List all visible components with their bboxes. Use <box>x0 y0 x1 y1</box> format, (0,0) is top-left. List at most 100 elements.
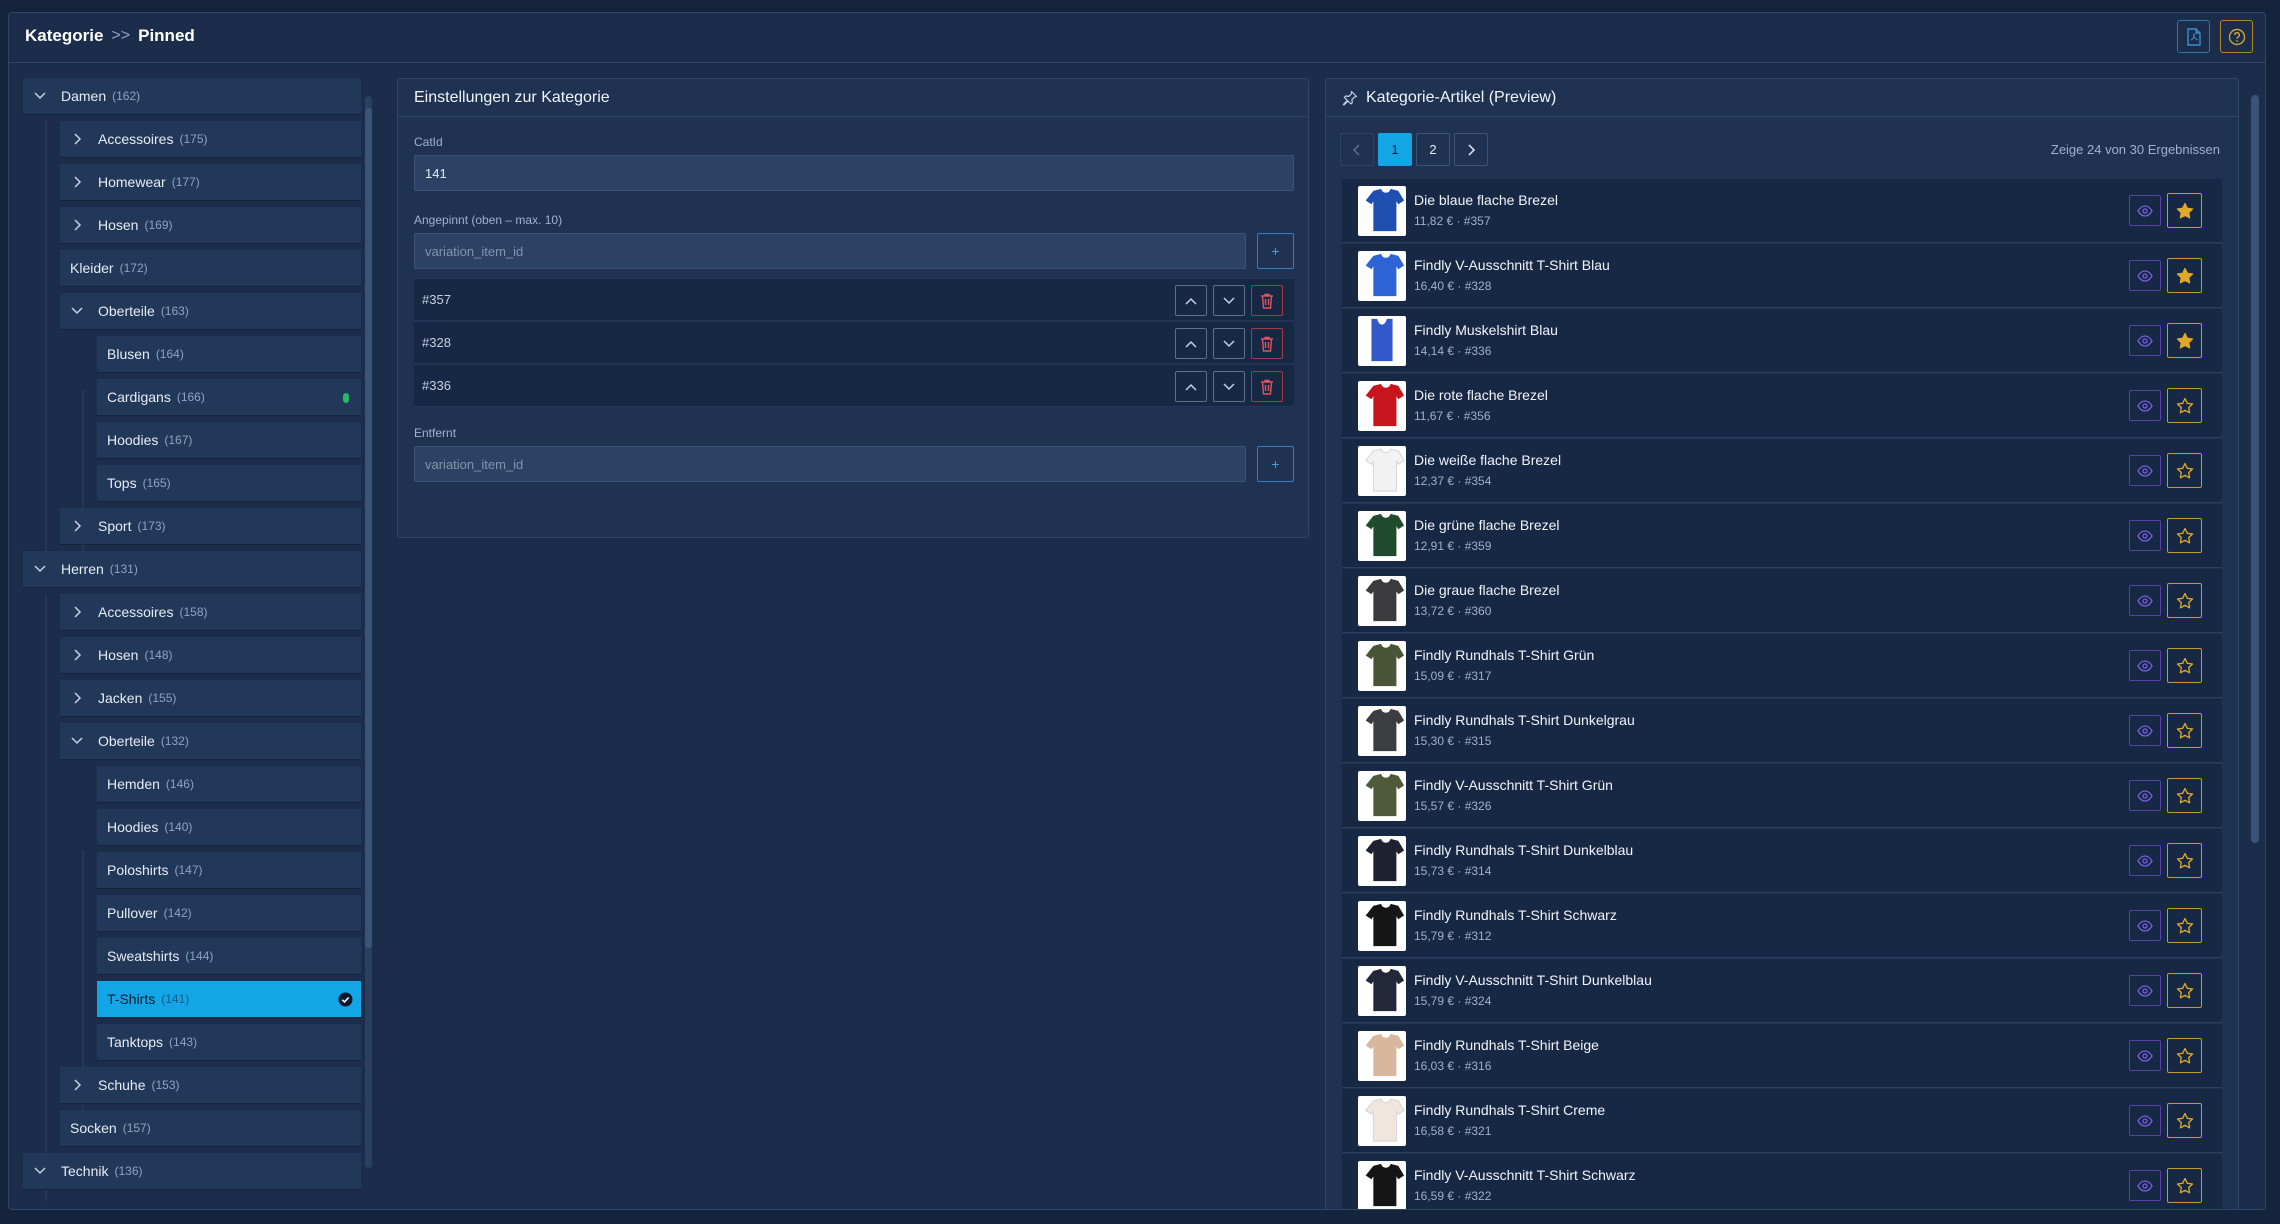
pin-item-button[interactable] <box>2167 1103 2202 1138</box>
view-item-button[interactable] <box>2129 1170 2161 1201</box>
chevron-right-icon[interactable] <box>68 646 86 664</box>
view-item-button[interactable] <box>2129 715 2161 746</box>
page-button[interactable]: 1 <box>1378 133 1412 166</box>
view-item-button[interactable] <box>2129 845 2161 876</box>
tree-node[interactable]: Tops (165) <box>97 465 361 502</box>
add-removed-button[interactable]: + <box>1257 446 1294 482</box>
chevron-right-icon[interactable] <box>68 603 86 621</box>
view-item-button[interactable] <box>2129 585 2161 616</box>
pin-item-button[interactable] <box>2167 1038 2202 1073</box>
page-button[interactable]: 2 <box>1416 133 1450 166</box>
pin-item-button[interactable] <box>2167 323 2202 358</box>
breadcrumb-root[interactable]: Kategorie <box>25 26 103 46</box>
view-item-button[interactable] <box>2129 910 2161 941</box>
view-item-button[interactable] <box>2129 1105 2161 1136</box>
add-pinned-button[interactable]: + <box>1257 233 1294 269</box>
pin-item-button[interactable] <box>2167 908 2202 943</box>
tree-node[interactable]: Cardigans (166) <box>97 379 361 416</box>
view-item-button[interactable] <box>2129 390 2161 421</box>
tree-node-label: Pullover <box>107 905 158 921</box>
pin-item-button[interactable] <box>2167 453 2202 488</box>
pin-item-button[interactable] <box>2167 518 2202 553</box>
view-item-button[interactable] <box>2129 195 2161 226</box>
tree-node[interactable]: Blusen (164) <box>97 336 361 373</box>
help-button[interactable] <box>2220 20 2253 53</box>
tree-node-count: (172) <box>119 261 148 275</box>
view-item-button[interactable] <box>2129 975 2161 1006</box>
star-icon <box>2176 657 2193 673</box>
view-item-button[interactable] <box>2129 455 2161 486</box>
tree-node[interactable]: Pullover (142) <box>97 895 361 932</box>
pin-item-button[interactable] <box>2167 713 2202 748</box>
chevron-right-icon[interactable] <box>68 517 86 535</box>
view-item-button[interactable] <box>2129 260 2161 291</box>
tree-node[interactable]: Sport (173) <box>60 508 361 545</box>
move-down-button[interactable] <box>1213 371 1245 402</box>
view-item-button[interactable] <box>2129 325 2161 356</box>
pin-item-button[interactable] <box>2167 1168 2202 1203</box>
tree-node[interactable]: Technik (136) <box>23 1153 361 1190</box>
catid-input[interactable]: 141 <box>414 155 1294 191</box>
pin-item-button[interactable] <box>2167 583 2202 618</box>
tree-node[interactable]: Hoodies (140) <box>97 809 361 846</box>
tree-node[interactable]: Tanktops (143) <box>97 1024 361 1061</box>
preview-header: Kategorie-Artikel (Preview) <box>1326 79 2238 117</box>
tree-node[interactable]: Sweatshirts (144) <box>97 938 361 975</box>
chevron-down-icon[interactable] <box>31 1162 49 1180</box>
pin-item-button[interactable] <box>2167 388 2202 423</box>
chevron-down-icon[interactable] <box>68 302 86 320</box>
tree-node[interactable]: Accessoires (158) <box>60 594 361 631</box>
tree-node[interactable]: Accessoires (175) <box>60 121 361 158</box>
pin-item-button[interactable] <box>2167 648 2202 683</box>
chevron-right-icon[interactable] <box>68 689 86 707</box>
tree-node[interactable]: Kleider (172) <box>60 250 361 287</box>
pin-item-button[interactable] <box>2167 778 2202 813</box>
next-page-button[interactable] <box>1454 133 1488 166</box>
move-up-button[interactable] <box>1175 371 1207 402</box>
view-item-button[interactable] <box>2129 780 2161 811</box>
delete-pinned-button[interactable] <box>1251 285 1283 316</box>
page-scrollbar[interactable] <box>2251 91 2259 1209</box>
tree-node[interactable]: Hosen (148) <box>60 637 361 674</box>
tree-node[interactable]: Schuhe (153) <box>60 1067 361 1104</box>
move-up-button[interactable] <box>1175 285 1207 316</box>
chevron-right-icon[interactable] <box>68 1076 86 1094</box>
tree-node[interactable]: Oberteile (132) <box>60 723 361 760</box>
removed-item-input[interactable]: variation_item_id <box>414 446 1246 482</box>
tree-node[interactable]: Hoodies (167) <box>97 422 361 459</box>
pin-item-button[interactable] <box>2167 843 2202 878</box>
pinned-item-input[interactable]: variation_item_id <box>414 233 1246 269</box>
chevron-down-icon[interactable] <box>31 560 49 578</box>
chevron-right-icon[interactable] <box>68 216 86 234</box>
tree-node[interactable]: Hosen (169) <box>60 207 361 244</box>
chevron-right-icon[interactable] <box>68 173 86 191</box>
tree-node[interactable]: Poloshirts (147) <box>97 852 361 889</box>
chevron-down-icon[interactable] <box>68 732 86 750</box>
view-item-button[interactable] <box>2129 650 2161 681</box>
tree-node[interactable]: Herren (131) <box>23 551 361 588</box>
prev-page-button[interactable] <box>1340 133 1374 166</box>
tree-node[interactable]: Socken (157) <box>60 1110 361 1147</box>
tree-node[interactable]: Hemden (146) <box>97 766 361 803</box>
tree-node[interactable]: Oberteile (163) <box>60 293 361 330</box>
pin-item-button[interactable] <box>2167 258 2202 293</box>
chevron-right-icon[interactable] <box>68 130 86 148</box>
tree-scrollbar[interactable] <box>365 96 372 1168</box>
pin-item-button[interactable] <box>2167 973 2202 1008</box>
delete-pinned-button[interactable] <box>1251 328 1283 359</box>
tree-node[interactable]: Jacken (155) <box>60 680 361 717</box>
delete-pinned-button[interactable] <box>1251 371 1283 402</box>
view-item-button[interactable] <box>2129 520 2161 551</box>
chevron-down-icon[interactable] <box>31 87 49 105</box>
move-down-button[interactable] <box>1213 285 1245 316</box>
preview-item: Findly Rundhals T-Shirt Creme 16,58 € · #… <box>1342 1089 2222 1153</box>
pin-item-button[interactable] <box>2167 193 2202 228</box>
export-pdf-button[interactable] <box>2177 20 2210 53</box>
tree-node[interactable]: Damen (162) <box>23 78 361 115</box>
tree-node[interactable]: T-Shirts (141) <box>97 981 361 1018</box>
chevron-down-icon <box>1223 382 1235 390</box>
tree-node[interactable]: Homewear (177) <box>60 164 361 201</box>
move-up-button[interactable] <box>1175 328 1207 359</box>
move-down-button[interactable] <box>1213 328 1245 359</box>
view-item-button[interactable] <box>2129 1040 2161 1071</box>
